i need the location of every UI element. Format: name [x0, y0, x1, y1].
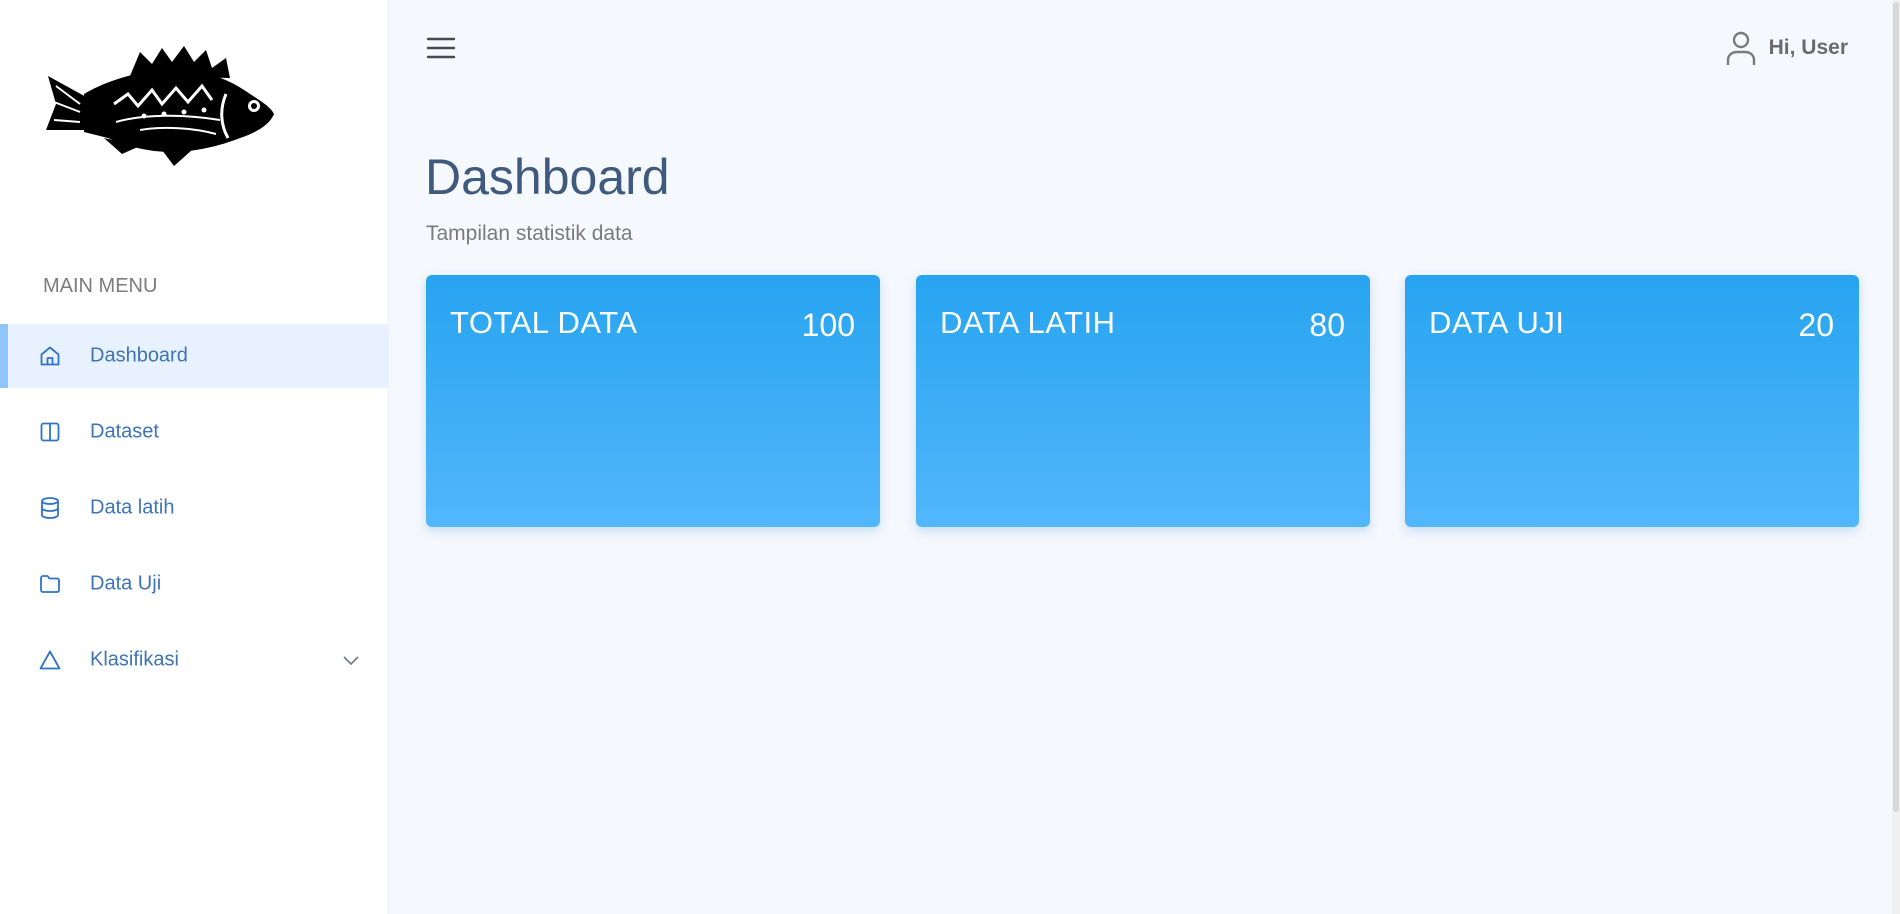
sidebar: MAIN MENU Dashboard Dataset Data latih D… [0, 0, 389, 914]
sidebar-item-klasifikasi[interactable]: Klasifikasi [0, 628, 389, 692]
stat-card-data-uji[interactable]: DATA UJI 20 [1405, 275, 1859, 527]
home-icon [38, 344, 62, 368]
sidebar-item-data-latih[interactable]: Data latih [0, 476, 389, 540]
page-title: Dashboard [425, 149, 670, 205]
app-window: MAIN MENU Dashboard Dataset Data latih D… [0, 0, 1900, 914]
stat-card-title: DATA LATIH [940, 305, 1116, 340]
stat-card-total-data[interactable]: TOTAL DATA 100 [426, 275, 880, 527]
columns-icon [38, 420, 62, 444]
triangle-icon [38, 648, 62, 672]
database-icon [38, 496, 62, 520]
stat-card-data-latih[interactable]: DATA LATIH 80 [916, 275, 1370, 527]
user-menu[interactable]: Hi, User [1725, 30, 1848, 66]
sidebar-item-label: Data Uji [90, 572, 162, 595]
sidebar-item-label: Klasifikasi [90, 648, 179, 671]
sidebar-item-data-uji[interactable]: Data Uji [0, 552, 389, 616]
stat-card-value: 100 [801, 307, 855, 343]
user-greeting: Hi, User [1768, 36, 1848, 59]
menu-heading: MAIN MENU [43, 275, 158, 297]
scrollbar-thumb[interactable] [1893, 2, 1899, 812]
sidebar-item-label: Dashboard [90, 344, 188, 367]
sidebar-item-dashboard[interactable]: Dashboard [0, 324, 389, 388]
sidebar-item-label: Dataset [90, 420, 159, 443]
vertical-scrollbar[interactable] [1892, 0, 1900, 914]
stat-card-value: 80 [1309, 307, 1345, 343]
stat-card-value: 20 [1798, 307, 1834, 343]
hamburger-icon[interactable] [426, 34, 456, 62]
page-subtitle: Tampilan statistik data [426, 222, 633, 245]
folder-icon [38, 572, 62, 596]
chevron-down-icon[interactable] [341, 650, 361, 670]
sidebar-menu: Dashboard Dataset Data latih Data Uji Kl… [0, 324, 389, 704]
fish-logo[interactable] [44, 42, 276, 166]
sidebar-item-label: Data latih [90, 496, 175, 519]
stat-card-title: TOTAL DATA [450, 305, 638, 340]
sidebar-item-dataset[interactable]: Dataset [0, 400, 389, 464]
user-icon [1725, 30, 1757, 66]
stat-card-title: DATA UJI [1429, 305, 1565, 340]
